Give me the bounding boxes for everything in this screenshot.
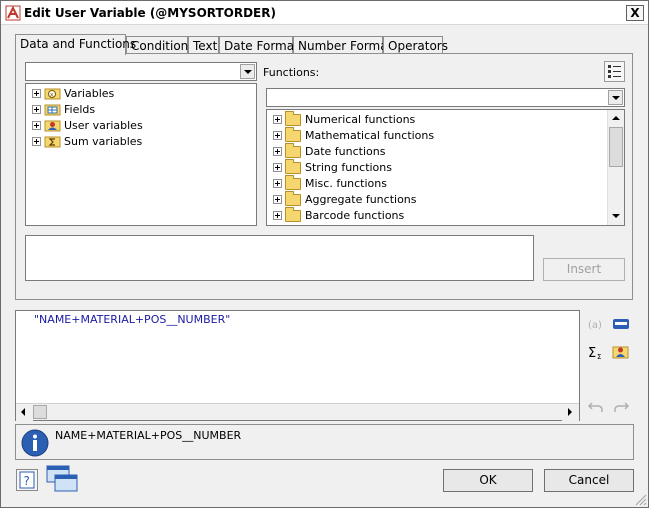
sum-icon[interactable]: Σ Σ xyxy=(587,344,605,360)
ok-button[interactable]: OK xyxy=(443,469,533,492)
wrap-text-icon[interactable]: (a) xyxy=(587,316,605,332)
svg-text:Σ: Σ xyxy=(597,353,601,360)
folder-icon xyxy=(285,159,301,174)
close-button[interactable]: X xyxy=(626,5,644,21)
info-bar: NAME+MATERIAL+POS__NUMBER xyxy=(15,424,634,460)
help-icon[interactable]: ? xyxy=(16,469,38,491)
undo-icon[interactable] xyxy=(587,399,605,415)
chevron-down-icon[interactable] xyxy=(608,90,623,105)
user-variables-icon[interactable] xyxy=(612,344,630,360)
tree-item-label: Mathematical functions xyxy=(305,129,435,142)
title-bar: Edit User Variable (@MYSORTORDER) X xyxy=(1,1,648,25)
expand-icon[interactable] xyxy=(273,115,282,124)
tree-item-label: Barcode functions xyxy=(305,209,405,222)
folder-icon xyxy=(285,143,301,158)
window-title: Edit User Variable (@MYSORTORDER) xyxy=(24,6,276,20)
keyboard-icon[interactable] xyxy=(612,316,630,332)
svg-text:(a): (a) xyxy=(588,320,602,331)
expression-text[interactable]: "NAME+MATERIAL+POS__NUMBER" xyxy=(34,313,230,326)
data-and-functions-panel: x Variables Fields User variables Sum va… xyxy=(15,53,633,300)
expand-icon[interactable] xyxy=(32,137,41,146)
functions-combo[interactable] xyxy=(266,88,625,107)
insert-button[interactable]: Insert xyxy=(543,258,625,281)
functions-scrollbar[interactable] xyxy=(607,110,624,225)
info-icon xyxy=(21,429,49,457)
expand-icon[interactable] xyxy=(273,163,282,172)
tree-item-label: Sum variables xyxy=(64,135,143,148)
tab-operators[interactable]: Operators xyxy=(383,36,448,54)
svg-text:x: x xyxy=(50,92,54,99)
svg-text:?: ? xyxy=(24,474,30,488)
tree-item-label: String functions xyxy=(305,161,392,174)
sum-variables-icon xyxy=(44,136,61,148)
scroll-down-button[interactable] xyxy=(608,208,624,225)
scroll-left-button[interactable] xyxy=(16,404,33,421)
expand-icon[interactable] xyxy=(273,211,282,220)
functions-tree[interactable]: Numerical functions Mathematical functio… xyxy=(266,109,625,226)
scroll-up-button[interactable] xyxy=(608,110,624,127)
fields-icon xyxy=(44,104,61,116)
functions-label: Functions: xyxy=(263,66,320,79)
info-text: NAME+MATERIAL+POS__NUMBER xyxy=(55,429,242,442)
tree-item-label: Date functions xyxy=(305,145,386,158)
tree-item-label: User variables xyxy=(64,119,143,132)
expand-icon[interactable] xyxy=(32,89,41,98)
redo-icon[interactable] xyxy=(612,399,630,415)
tab-data-and-functions[interactable]: Data and Functions xyxy=(15,34,136,55)
scroll-thumb[interactable] xyxy=(33,405,47,419)
view-mode-icon[interactable] xyxy=(604,61,625,82)
scroll-right-button[interactable] xyxy=(562,404,579,421)
function-description-box xyxy=(25,235,534,281)
chevron-down-icon[interactable] xyxy=(240,64,255,79)
variables-icon: x xyxy=(44,88,61,100)
tab-date-format[interactable]: Date Format xyxy=(219,36,299,54)
tree-item-label: Variables xyxy=(64,87,115,100)
tree-item-label: Numerical functions xyxy=(305,113,416,126)
data-source-combo[interactable] xyxy=(25,62,257,81)
tree-item-label: Misc. functions xyxy=(305,177,387,190)
folder-icon xyxy=(285,207,301,222)
expression-horizontal-scrollbar[interactable] xyxy=(16,403,579,421)
scroll-thumb[interactable] xyxy=(609,127,623,167)
folder-icon xyxy=(285,127,301,142)
windows-icon[interactable] xyxy=(46,464,80,494)
svg-text:Σ: Σ xyxy=(588,346,596,360)
expand-icon[interactable] xyxy=(273,147,282,156)
tree-item-label: Fields xyxy=(64,103,96,116)
tree-item-label: Aggregate functions xyxy=(305,193,417,206)
tab-number-format[interactable]: Number Format xyxy=(293,36,392,54)
data-tree[interactable]: x Variables Fields User variables Sum va… xyxy=(25,83,257,226)
folder-icon xyxy=(285,111,301,126)
folder-icon xyxy=(285,175,301,190)
cancel-button[interactable]: Cancel xyxy=(544,469,634,492)
app-icon xyxy=(5,5,21,21)
resize-grip-icon[interactable] xyxy=(634,493,647,506)
expression-editor[interactable]: "NAME+MATERIAL+POS__NUMBER" xyxy=(15,310,580,421)
expand-icon[interactable] xyxy=(32,105,41,114)
user-variables-icon xyxy=(44,120,61,132)
expand-icon[interactable] xyxy=(32,121,41,130)
expand-icon[interactable] xyxy=(273,179,282,188)
folder-icon xyxy=(285,191,301,206)
tab-text[interactable]: Text xyxy=(188,36,219,54)
edit-user-variable-dialog: Edit User Variable (@MYSORTORDER) X Data… xyxy=(0,0,649,508)
expand-icon[interactable] xyxy=(273,131,282,140)
expand-icon[interactable] xyxy=(273,195,282,204)
